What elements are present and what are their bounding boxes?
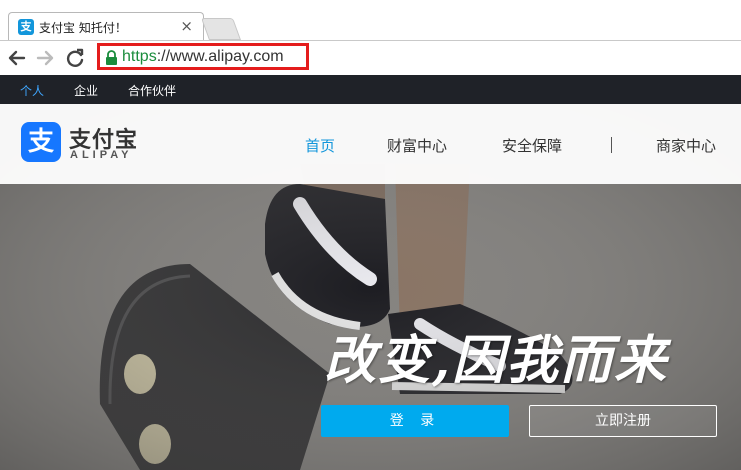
browser-toolbar: https://www.alipay.com <box>0 40 741 75</box>
browser-tab[interactable]: 支 支付宝 知托付！ × <box>8 12 204 40</box>
topnav-partners[interactable]: 合作伙伴 <box>128 82 176 99</box>
new-tab-button[interactable] <box>200 18 242 40</box>
alipay-logo-icon[interactable]: 支 <box>21 122 61 162</box>
url-host: ://www.alipay.com <box>156 48 284 65</box>
topnav-business[interactable]: 企业 <box>74 82 98 99</box>
url-text: https://www.alipay.com <box>122 48 284 66</box>
forward-arrow-icon[interactable] <box>34 47 56 69</box>
site-topnav: 个人 企业 合作伙伴 <box>0 75 741 104</box>
nav-security[interactable]: 安全保障 <box>502 135 562 156</box>
browser-tabstrip: 支 支付宝 知托付！ × <box>0 0 741 40</box>
alipay-favicon-icon: 支 <box>18 19 34 35</box>
back-arrow-icon[interactable] <box>6 47 28 69</box>
hero-slogan: 改变,因我而来 <box>324 330 669 391</box>
reload-icon[interactable] <box>64 47 86 69</box>
topnav-personal[interactable]: 个人 <box>20 82 44 99</box>
login-button[interactable]: 登 录 <box>321 405 509 437</box>
nav-divider <box>611 137 612 153</box>
tab-close-icon[interactable]: × <box>180 17 193 35</box>
nav-home[interactable]: 首页 <box>305 135 335 156</box>
register-button[interactable]: 立即注册 <box>529 405 717 437</box>
nav-wealth-center[interactable]: 财富中心 <box>387 135 447 156</box>
logo-text-en[interactable]: ALIPAY <box>70 149 133 161</box>
address-bar[interactable]: https://www.alipay.com <box>97 43 309 70</box>
tab-title: 支付宝 知托付！ <box>39 21 127 35</box>
lock-icon <box>105 50 118 65</box>
url-scheme: https <box>122 48 157 65</box>
nav-merchant-center[interactable]: 商家中心 <box>656 135 716 156</box>
